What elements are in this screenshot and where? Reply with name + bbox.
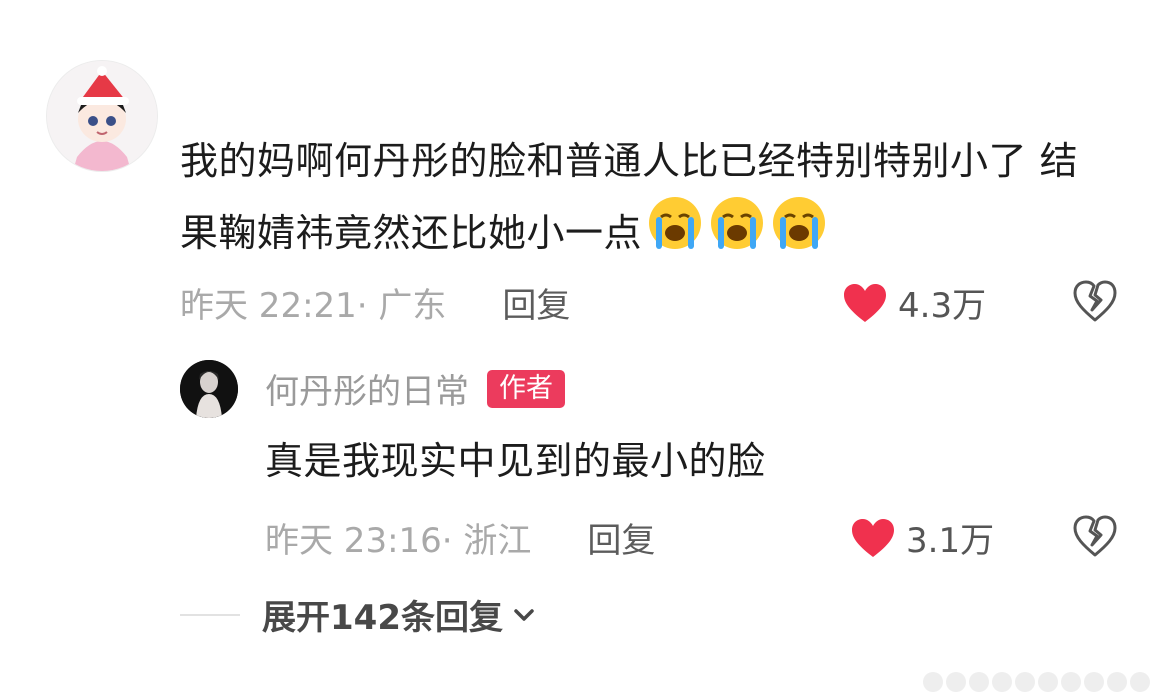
comment-body: 我的妈啊何丹彤的脸和普通人比已经特别特别小了 结果鞠婧祎竟然还比她小一点 bbox=[180, 139, 1079, 255]
heart-icon bbox=[852, 518, 894, 557]
watermark bbox=[923, 672, 1150, 692]
like-count: 4.3万 bbox=[898, 286, 987, 326]
author-username[interactable]: 何丹彤的日常 bbox=[265, 364, 469, 413]
comment-thread: 我的妈啊何丹彤的脸和普通人比已经特别特别小了 结果鞠婧祎竟然还比她小一点 昨天 … bbox=[0, 0, 1170, 698]
author-row: 何丹彤的日常 作者 bbox=[265, 364, 565, 413]
reply-text: 真是我现实中见到的最小的脸 bbox=[265, 439, 766, 483]
heart-icon bbox=[844, 283, 886, 322]
author-badge: 作者 bbox=[487, 369, 565, 408]
reply-like-button[interactable]: 3.1万 bbox=[850, 513, 994, 562]
expand-replies-label: 展开142条回复 bbox=[262, 598, 503, 638]
chevron-down-icon bbox=[514, 608, 534, 621]
commenter-avatar[interactable] bbox=[46, 60, 158, 172]
expand-replies-button[interactable]: 展开142条回复 bbox=[180, 590, 537, 639]
reply-time-location: 昨天 23:16· 浙江 bbox=[265, 521, 532, 561]
reply-reply-button[interactable]: 回复 bbox=[587, 521, 655, 561]
loudly-crying-face-icon bbox=[649, 197, 702, 249]
reply-button[interactable]: 回复 bbox=[502, 286, 570, 326]
comment-time-location: 昨天 22:21· 广东 bbox=[180, 286, 447, 326]
loudly-crying-face-icon bbox=[711, 197, 764, 249]
loudly-crying-face-icon bbox=[773, 197, 826, 249]
emoji-group bbox=[646, 194, 828, 252]
broken-heart-icon[interactable] bbox=[1072, 278, 1118, 324]
like-button[interactable]: 4.3万 bbox=[842, 278, 986, 327]
broken-heart-icon[interactable] bbox=[1072, 513, 1118, 559]
reply-like-count: 3.1万 bbox=[906, 521, 995, 561]
comment-meta: 昨天 22:21· 广东 回复 bbox=[180, 278, 570, 327]
divider-line bbox=[180, 613, 240, 616]
reply-meta: 昨天 23:16· 浙江 回复 bbox=[265, 513, 655, 562]
author-avatar[interactable] bbox=[180, 360, 238, 418]
comment-text: 我的妈啊何丹彤的脸和普通人比已经特别特别小了 结果鞠婧祎竟然还比她小一点 bbox=[180, 128, 1110, 266]
